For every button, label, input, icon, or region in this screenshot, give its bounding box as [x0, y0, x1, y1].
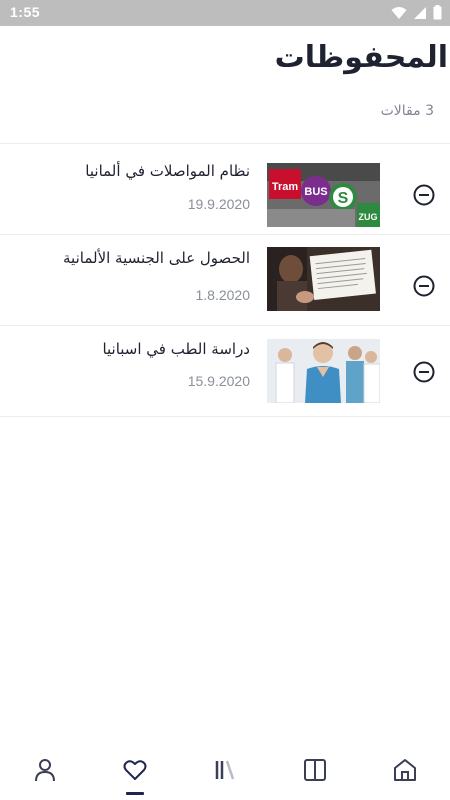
article-count: 3 مقالات — [380, 103, 434, 119]
remove-circle-icon[interactable] — [412, 360, 436, 384]
article-date: 1.8.2020 — [195, 287, 251, 303]
svg-text:BUS: BUS — [304, 186, 327, 198]
remove-circle-icon[interactable] — [412, 274, 436, 298]
saved-articles-list: Tram BUS S ZUG نظام المواصلات في ألمانيا… — [0, 143, 450, 417]
article-row[interactable]: دراسة الطب في اسبانيا 15.9.2020 — [0, 326, 450, 416]
article-row[interactable]: Tram BUS S ZUG نظام المواصلات في ألمانيا… — [0, 144, 450, 234]
article-title[interactable]: الحصول على الجنسية الألمانية — [30, 249, 250, 267]
citizenship-document-image[interactable] — [267, 247, 380, 311]
page-title: المحفوظات — [274, 40, 448, 75]
article-title[interactable]: دراسة الطب في اسبانيا — [30, 340, 250, 358]
library-icon[interactable] — [212, 757, 238, 783]
wifi-icon — [391, 6, 407, 20]
article-date: 15.9.2020 — [187, 373, 250, 389]
book-icon[interactable] — [302, 757, 328, 783]
article-date: 19.9.2020 — [187, 196, 250, 212]
svg-text:S: S — [338, 190, 349, 207]
svg-text:ZUG: ZUG — [359, 212, 378, 222]
profile-icon[interactable] — [32, 757, 58, 783]
signal-icon — [413, 6, 427, 20]
status-bar: 1:55 — [0, 0, 450, 26]
medical-staff-image[interactable] — [267, 339, 380, 403]
status-icons — [391, 5, 442, 20]
status-time: 1:55 — [10, 4, 41, 20]
remove-circle-icon[interactable] — [412, 183, 436, 207]
active-tab-indicator — [126, 792, 144, 795]
article-title[interactable]: نظام المواصلات في ألمانيا — [30, 162, 250, 180]
divider — [0, 416, 450, 417]
bottom-navigation — [0, 745, 450, 800]
article-row[interactable]: الحصول على الجنسية الألمانية 1.8.2020 — [0, 235, 450, 325]
favorites-icon[interactable] — [122, 757, 148, 783]
svg-text:Tram: Tram — [272, 181, 299, 193]
transit-signs-image[interactable]: Tram BUS S ZUG — [267, 163, 380, 227]
home-icon[interactable] — [392, 757, 418, 783]
battery-icon — [433, 5, 442, 20]
